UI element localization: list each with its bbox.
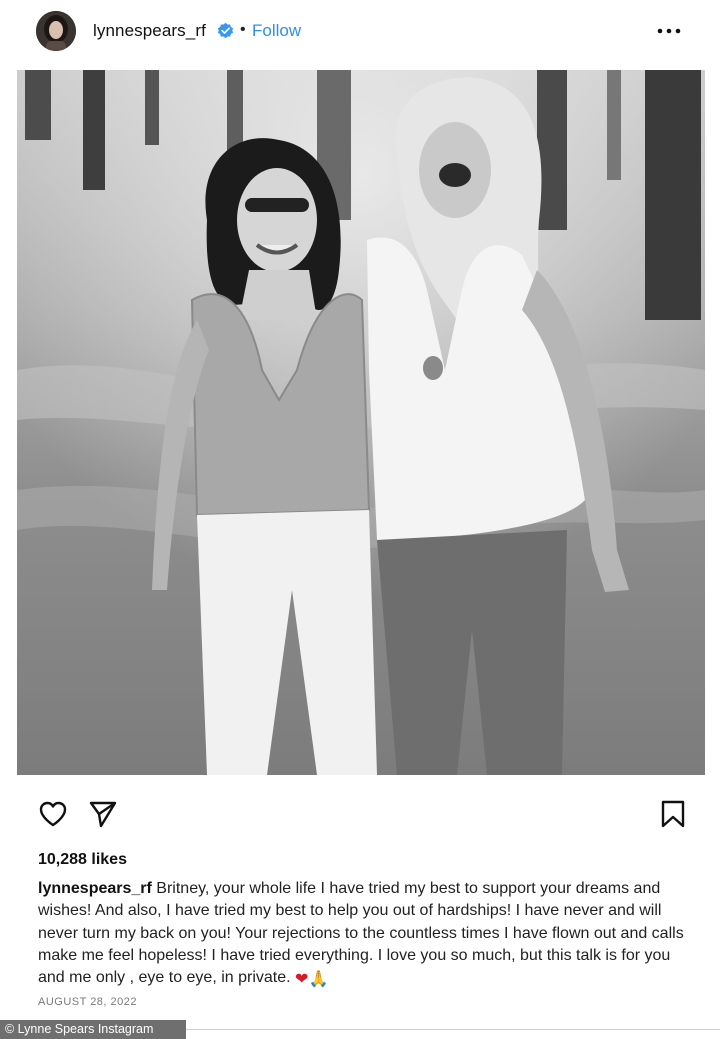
- username[interactable]: lynnespears_rf: [93, 21, 206, 41]
- heart-pray-emoji: ❤🙏: [295, 971, 329, 989]
- separator-dot: •: [240, 21, 246, 38]
- more-options-icon[interactable]: [656, 24, 682, 38]
- post-caption: lynnespears_rf Britney, your whole life …: [38, 878, 688, 991]
- verified-badge-icon: [217, 22, 234, 39]
- image-credit: © Lynne Spears Instagram: [5, 1022, 154, 1036]
- post-header: lynnespears_rf • Follow: [0, 0, 720, 64]
- bookmark-icon[interactable]: [659, 799, 687, 829]
- post-date: AUGUST 28, 2022: [38, 996, 138, 1008]
- likes-count[interactable]: 10,288 likes: [38, 851, 127, 869]
- divider: [186, 1029, 720, 1030]
- instagram-post: lynnespears_rf • Follow 10,288 likes lyn…: [0, 0, 720, 1039]
- follow-button[interactable]: Follow: [252, 21, 301, 41]
- paper-plane-icon[interactable]: [88, 799, 118, 829]
- avatar[interactable]: [36, 11, 76, 51]
- heart-icon[interactable]: [38, 799, 68, 829]
- post-photo[interactable]: [17, 70, 705, 775]
- caption-username[interactable]: lynnespears_rf: [38, 880, 152, 897]
